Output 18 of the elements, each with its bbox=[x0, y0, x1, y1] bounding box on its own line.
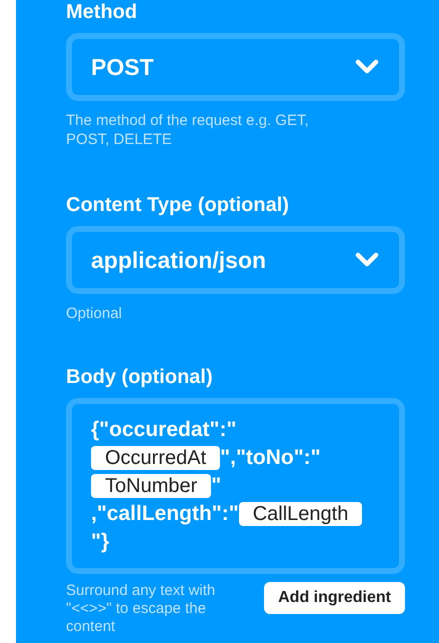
body-text: {"occuredat":" bbox=[91, 418, 236, 442]
chevron-down-icon bbox=[355, 59, 379, 75]
body-text: ,"callLength":" bbox=[91, 502, 239, 526]
add-ingredient-button[interactable]: Add ingredient bbox=[264, 582, 405, 614]
ingredient-tag[interactable]: CallLength bbox=[238, 502, 362, 526]
field-label: Method bbox=[66, 0, 138, 24]
ingredient-tag[interactable]: OccurredAt bbox=[91, 446, 220, 470]
field-label: Content Type (optional) bbox=[66, 193, 290, 217]
help-text: Optional bbox=[66, 304, 123, 323]
body-text: " bbox=[211, 474, 222, 498]
ingredient-tag[interactable]: ToNumber bbox=[91, 474, 212, 498]
body-text: ","toNo":" bbox=[220, 446, 321, 470]
chevron-down-icon bbox=[355, 252, 379, 268]
help-text: Surround any text with "<<>>" to escape the content bbox=[66, 582, 216, 636]
field-label: Body (optional) bbox=[66, 365, 214, 389]
body-field[interactable]: {"occuredat":" OccurredAt ","toNo":" ToNumber " ,"callLength":" CallLength "} bbox=[66, 398, 405, 574]
body-text: "} bbox=[91, 530, 110, 554]
help-text: The method of the request e.g. GET, POST, DELETE bbox=[66, 111, 310, 149]
